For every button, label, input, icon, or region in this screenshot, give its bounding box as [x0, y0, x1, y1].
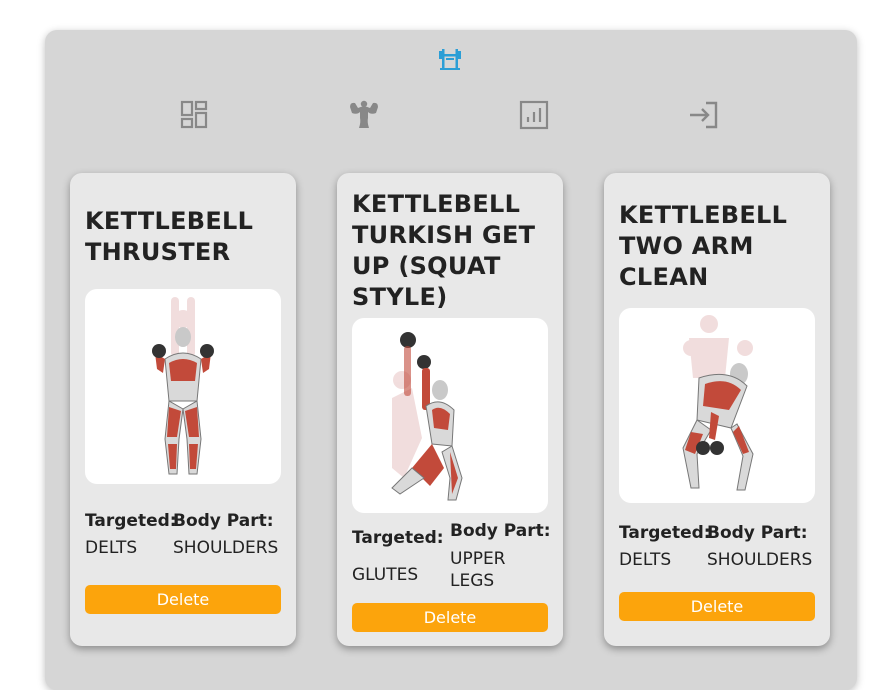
exercise-card: KETTLEBELL TWO ARM CLEAN Targeted: Body … — [604, 173, 830, 646]
delete-button[interactable]: Delete — [352, 603, 548, 632]
login-icon[interactable] — [687, 98, 721, 132]
exercise-card: KETTLEBELL THRUSTER Targeted: Body Part:… — [70, 173, 296, 646]
body-part-value: UPPER LEGS — [450, 549, 506, 591]
exercise-image — [85, 289, 281, 484]
body-part-value: SHOULDERS — [707, 550, 813, 570]
exercise-image — [352, 318, 548, 513]
analytics-icon[interactable] — [517, 98, 551, 132]
body-part-label: Body Part: — [450, 521, 551, 541]
delete-button[interactable]: Delete — [85, 585, 281, 614]
muscle-icon[interactable] — [347, 98, 381, 132]
body-part-label: Body Part: — [707, 523, 808, 543]
app-panel: KETTLEBELL THRUSTER Targeted: Body Part:… — [45, 30, 857, 690]
targeted-value: GLUTES — [352, 565, 419, 585]
dashboard-icon[interactable] — [178, 98, 212, 132]
exercise-title: KETTLEBELL THRUSTER — [85, 207, 254, 266]
targeted-label: Targeted: — [352, 528, 444, 548]
exercise-title: KETTLEBELL TURKISH GET UP (SQUAT STYLE) — [352, 190, 536, 311]
exercise-title: KETTLEBELL TWO ARM CLEAN — [619, 201, 788, 291]
dumbbell-rack-icon[interactable] — [437, 46, 463, 72]
delete-button[interactable]: Delete — [619, 592, 815, 621]
targeted-label: Targeted: — [85, 511, 177, 531]
exercise-card: KETTLEBELL TURKISH GET UP (SQUAT STYLE) — [337, 173, 563, 646]
body-part-value: SHOULDERS — [173, 538, 279, 558]
targeted-label: Targeted: — [619, 523, 711, 543]
exercise-image — [619, 308, 815, 503]
body-part-label: Body Part: — [173, 511, 274, 531]
targeted-value: DELTS — [85, 538, 138, 558]
targeted-value: DELTS — [619, 550, 672, 570]
